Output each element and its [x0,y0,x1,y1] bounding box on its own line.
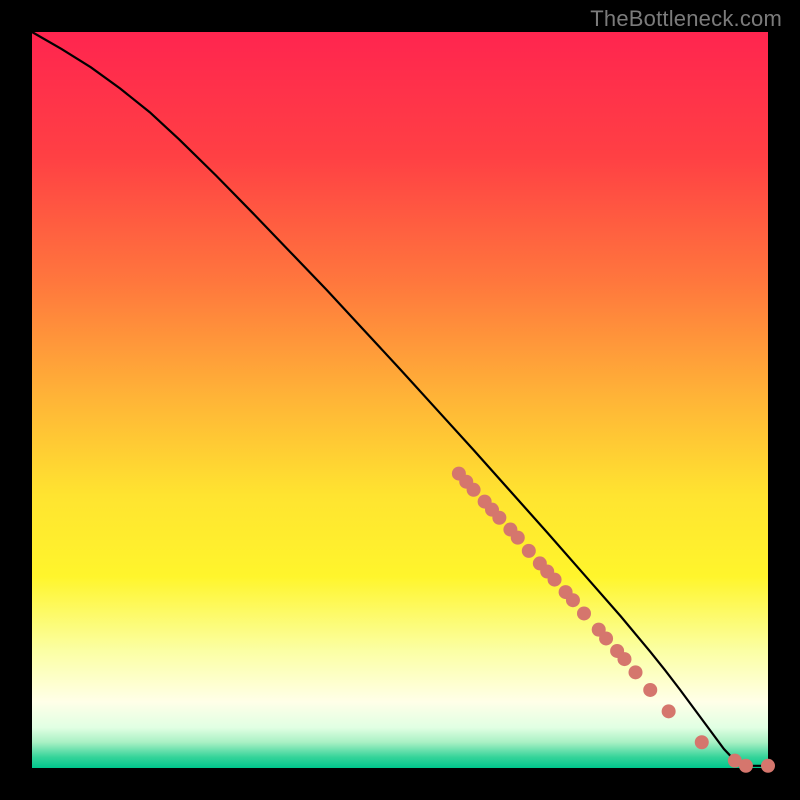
data-point [662,704,676,718]
plot-background [32,32,768,768]
data-point [467,483,481,497]
chart-stage: TheBottleneck.com [0,0,800,800]
data-point [492,511,506,525]
data-point [577,606,591,620]
chart-svg [0,0,800,800]
data-point [548,573,562,587]
data-point [643,683,657,697]
data-point [695,735,709,749]
data-point [522,544,536,558]
data-point [566,593,580,607]
data-point [511,531,525,545]
data-point [739,759,753,773]
data-point [761,759,775,773]
data-point [599,631,613,645]
data-point [629,665,643,679]
attribution-label: TheBottleneck.com [590,6,782,32]
data-point [617,652,631,666]
